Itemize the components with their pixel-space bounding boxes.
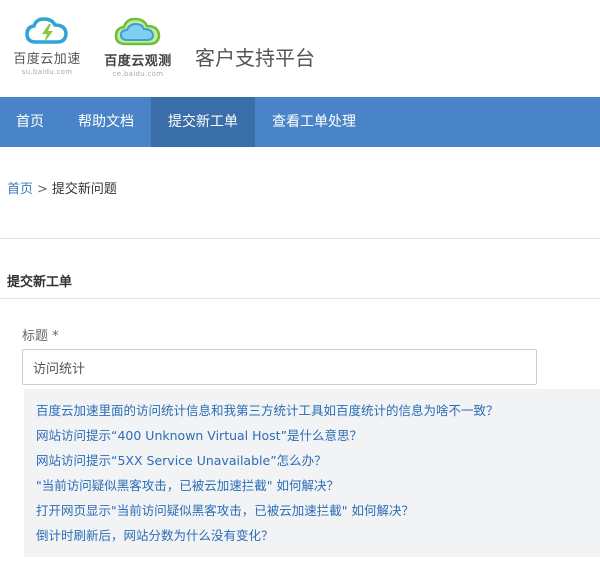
suggestion-item: 网站访问提示“5XX Service Unavailable”怎么办？	[36, 450, 600, 475]
baidu-yunguance-logo[interactable]: 百度云观测 ce.baidu.com	[96, 16, 180, 78]
suggestion-link[interactable]: 倒计时刷新后，网站分数为什么没有变化？	[36, 528, 274, 543]
divider	[0, 238, 600, 239]
suggestion-link[interactable]: 网站访问提示“400 Unknown Virtual Host”是什么意思？	[36, 428, 362, 443]
divider	[0, 298, 600, 299]
breadcrumb-current: 提交新问题	[51, 182, 117, 197]
logo-gc-name: 百度云观测	[104, 54, 172, 69]
breadcrumb-separator: >	[37, 182, 48, 197]
suggestion-item: 打开网页显示"当前访问疑似黑客攻击，已被云加速拦截" 如何解决？	[36, 500, 600, 525]
logo-jsl-name: 百度云加速	[13, 52, 81, 67]
suggestion-link[interactable]: 打开网页显示"当前访问疑似黑客攻击，已被云加速拦截" 如何解决？	[36, 503, 414, 518]
suggestion-item: 倒计时刷新后，网站分数为什么没有变化？	[36, 525, 600, 550]
nav-item-help-docs[interactable]: 帮助文档	[61, 97, 151, 147]
platform-title: 客户支持平台	[195, 46, 315, 70]
breadcrumb: 首页 > 提交新问题	[7, 178, 117, 197]
suggestion-item: 网站访问提示“400 Unknown Virtual Host”是什么意思？	[36, 425, 600, 450]
breadcrumb-home-link[interactable]: 首页	[7, 182, 33, 197]
suggestion-item: "当前访问疑似黑客攻击，已被云加速拦截" 如何解决？	[36, 475, 600, 500]
nav-item-submit-ticket[interactable]: 提交新工单	[151, 97, 255, 147]
nav-item-home[interactable]: 首页	[0, 97, 61, 147]
section-title: 提交新工单	[7, 275, 73, 290]
suggestion-link[interactable]: 百度云加速里面的访问统计信息和我第三方统计工具如百度统计的信息为啥不一致？	[36, 403, 499, 418]
cloud-lightning-icon	[25, 17, 68, 44]
header: 百度云加速 su.baidu.com 百度云观测 ce.baidu.com 客户…	[0, 0, 600, 97]
suggestion-list: 百度云加速里面的访问统计信息和我第三方统计工具如百度统计的信息为啥不一致？ 网站…	[24, 389, 600, 557]
nav-item-view-tickets[interactable]: 查看工单处理	[255, 97, 373, 147]
title-input[interactable]	[22, 349, 537, 385]
suggestion-item: 百度云加速里面的访问统计信息和我第三方统计工具如百度统计的信息为啥不一致？	[36, 400, 600, 425]
cloud-icon	[114, 17, 161, 46]
logo-jsl-url: su.baidu.com	[21, 68, 73, 76]
suggestion-link[interactable]: 网站访问提示“5XX Service Unavailable”怎么办？	[36, 453, 327, 468]
title-field-label: 标题 *	[22, 329, 59, 344]
suggestion-link[interactable]: "当前访问疑似黑客攻击，已被云加速拦截" 如何解决？	[36, 478, 339, 493]
baidu-yunjiasu-logo[interactable]: 百度云加速 su.baidu.com	[6, 16, 88, 76]
logo-gc-url: ce.baidu.com	[112, 70, 164, 78]
main-nav: 首页 帮助文档 提交新工单 查看工单处理	[0, 97, 600, 147]
